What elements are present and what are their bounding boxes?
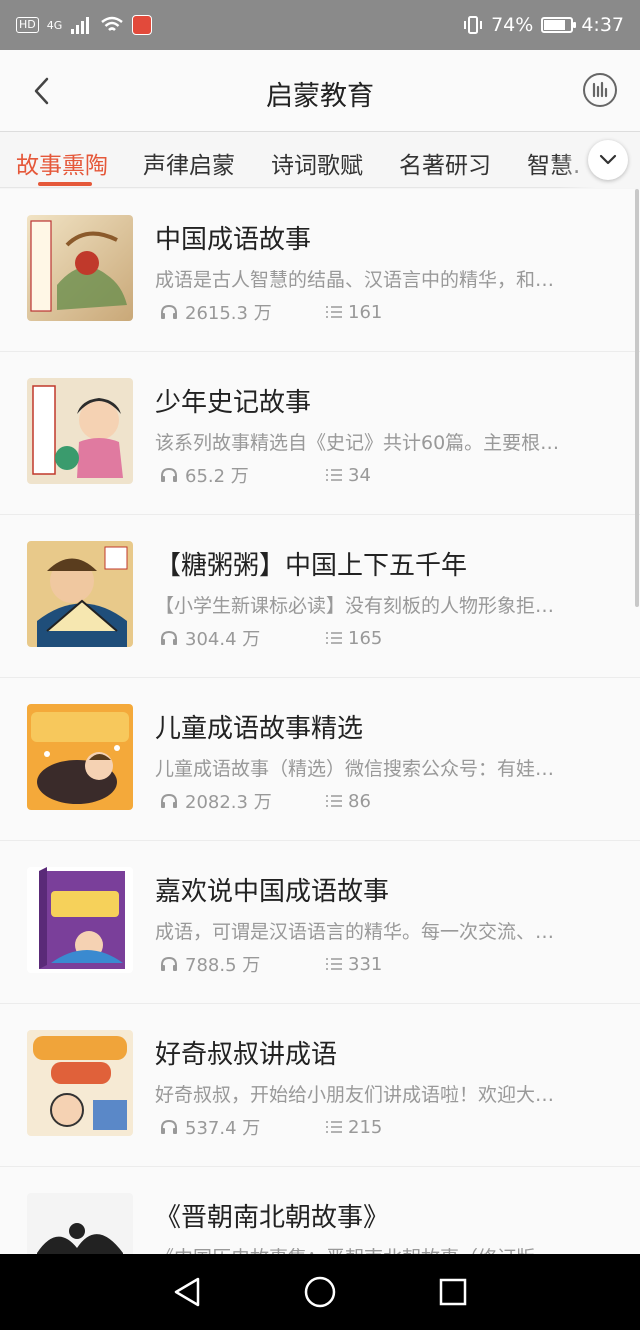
headphones-icon — [161, 630, 177, 645]
page-title: 启蒙教育 — [266, 81, 374, 112]
episode-count: 165 — [348, 627, 383, 649]
headphones-icon — [161, 793, 177, 808]
album-title: 【糖粥粥】中国上下五千年 — [155, 551, 468, 581]
signal-icon — [71, 17, 90, 34]
episode-count: 331 — [348, 953, 383, 975]
headphones-icon — [161, 956, 177, 971]
album-cover[interactable] — [27, 704, 133, 810]
wifi-icon — [101, 16, 124, 31]
album-meta: 65.2 万 34 — [160, 462, 371, 488]
album-cover[interactable] — [27, 378, 133, 484]
list-item[interactable]: 嘉欢说中国成语故事 成语，可谓是汉语语言的精华。每一次交流、… 788.5 万 … — [0, 841, 640, 1004]
album-title: 嘉欢说中国成语故事 — [155, 877, 390, 907]
album-meta: 2615.3 万 161 — [160, 299, 382, 325]
album-meta: 2082.3 万 86 — [160, 788, 371, 814]
vibrate-icon — [464, 16, 483, 34]
recents-square-icon — [440, 1278, 467, 1306]
app-header: 启蒙教育 — [0, 50, 640, 132]
scrollbar[interactable] — [635, 189, 639, 607]
list-icon — [326, 795, 342, 807]
nav-recents-button[interactable] — [431, 1270, 475, 1314]
status-bar: HD 4G 74% 4:37 — [0, 0, 640, 50]
list-item[interactable]: 【糖粥粥】中国上下五千年 【小学生新课标必读】没有刻板的人物形象拒… 304.4… — [0, 515, 640, 678]
nav-home-button[interactable] — [298, 1270, 342, 1314]
album-cover[interactable] — [27, 1193, 133, 1254]
tab-story[interactable]: 故事熏陶 — [16, 146, 108, 180]
album-description: 【小学生新课标必读】没有刻板的人物形象拒… — [155, 595, 555, 617]
tab-poetry[interactable]: 诗词歌赋 — [271, 146, 363, 180]
headphones-icon — [161, 467, 177, 482]
play-count: 788.5 万 — [185, 955, 261, 976]
active-tab-indicator — [38, 182, 92, 186]
tab-rhyme[interactable]: 声律启蒙 — [143, 146, 235, 180]
episode-count: 34 — [348, 464, 371, 486]
album-title: 儿童成语故事精选 — [155, 714, 364, 744]
bar-chart-icon[interactable] — [582, 72, 618, 108]
system-nav-bar — [0, 1254, 640, 1330]
album-title: 《晋朝南北朝故事》 — [155, 1203, 390, 1233]
list-icon — [326, 958, 342, 970]
list-icon — [326, 632, 342, 644]
list-item[interactable]: 儿童成语故事精选 儿童成语故事（精选）微信搜索公众号：有娃… 2082.3 万 … — [0, 678, 640, 841]
play-count: 2615.3 万 — [185, 303, 272, 324]
back-triangle-icon — [174, 1277, 199, 1307]
album-title: 中国成语故事 — [155, 225, 312, 255]
app-notification-icon — [132, 15, 153, 35]
nav-back-button[interactable] — [165, 1270, 209, 1314]
play-count: 2082.3 万 — [185, 792, 272, 813]
category-tabs: 故事熏陶 声律启蒙 诗词歌赋 名著研习 智慧. — [0, 132, 640, 188]
album-cover[interactable] — [27, 541, 133, 647]
list-icon — [326, 1121, 342, 1133]
album-cover[interactable] — [27, 867, 133, 973]
album-title: 好奇叔叔讲成语 — [155, 1040, 338, 1070]
album-description: 成语是古人智慧的结晶、汉语言中的精华，和… — [155, 269, 555, 291]
expand-tabs-button[interactable] — [588, 140, 628, 180]
battery-percent: 74% — [491, 14, 534, 36]
headphones-icon — [161, 304, 177, 319]
battery-icon — [541, 17, 577, 33]
play-count: 65.2 万 — [185, 466, 249, 487]
list-item[interactable]: 《晋朝南北朝故事》 《中国历史故事集：晋朝南北朝故事（修订版 — [0, 1167, 640, 1254]
headphones-icon — [161, 1119, 177, 1134]
episode-count: 215 — [348, 1116, 383, 1138]
album-cover[interactable] — [27, 215, 133, 321]
album-meta: 788.5 万 331 — [160, 951, 382, 977]
episode-count: 161 — [348, 301, 383, 323]
album-cover[interactable] — [27, 1030, 133, 1136]
episode-count: 86 — [348, 790, 371, 812]
play-count: 537.4 万 — [185, 1118, 261, 1139]
album-meta: 537.4 万 215 — [160, 1114, 382, 1140]
clock: 4:37 — [581, 14, 624, 36]
play-count: 304.4 万 — [185, 629, 261, 650]
album-description: 《中国历史故事集：晋朝南北朝故事（修订版 — [155, 1243, 600, 1254]
album-description: 儿童成语故事（精选）微信搜索公众号：有娃… — [155, 758, 555, 780]
album-list: 中国成语故事 成语是古人智慧的结晶、汉语言中的精华，和… 2615.3 万 16… — [0, 189, 640, 1254]
album-meta: 304.4 万 165 — [160, 625, 382, 651]
album-description: 该系列故事精选自《史记》共计60篇。主要根… — [155, 432, 560, 454]
album-description: 成语，可谓是汉语语言的精华。每一次交流、… — [155, 921, 555, 943]
list-item[interactable]: 好奇叔叔讲成语 好奇叔叔，开始给小朋友们讲成语啦！欢迎大… 537.4 万 21… — [0, 1004, 640, 1167]
album-description: 好奇叔叔，开始给小朋友们讲成语啦！欢迎大… — [155, 1084, 555, 1106]
list-item[interactable]: 中国成语故事 成语是古人智慧的结晶、汉语言中的精华，和… 2615.3 万 16… — [0, 189, 640, 352]
chevron-down-icon — [599, 154, 617, 165]
home-circle-icon — [304, 1276, 336, 1308]
album-title: 少年史记故事 — [155, 388, 312, 418]
network-type: 4G — [46, 18, 63, 32]
list-item[interactable]: 少年史记故事 该系列故事精选自《史记》共计60篇。主要根… 65.2 万 34 — [0, 352, 640, 515]
tab-classics[interactable]: 名著研习 — [399, 146, 491, 180]
hd-indicator: HD — [16, 17, 39, 33]
list-icon — [326, 306, 342, 318]
list-icon — [326, 469, 342, 481]
